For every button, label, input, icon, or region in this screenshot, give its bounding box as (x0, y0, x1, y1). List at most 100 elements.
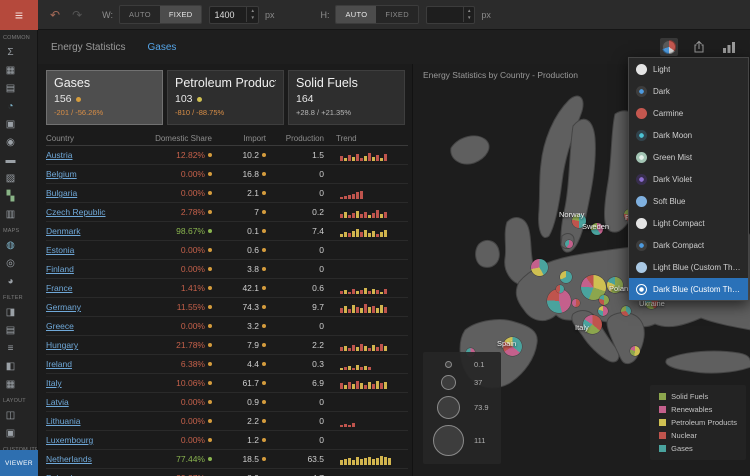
tree-view-icon[interactable]: ◧ (2, 357, 19, 375)
size-legend-value: 73.9 (474, 403, 489, 412)
tab-container-icon[interactable]: ▣ (2, 424, 19, 442)
country-link[interactable]: Italy (46, 378, 130, 388)
treemap-item-icon[interactable]: ▚ (2, 187, 19, 205)
legend-swatch (659, 419, 666, 426)
undo-icon[interactable]: ↶ (50, 8, 60, 22)
width-label: W: (102, 10, 113, 20)
range-filter-icon[interactable]: ◨ (2, 303, 19, 321)
country-link[interactable]: Estonia (46, 245, 130, 255)
height-stepper: ▲ ▼ (426, 6, 475, 24)
image-item-icon[interactable]: ▨ (2, 169, 19, 187)
country-link[interactable]: Czech Republic (46, 207, 130, 217)
theme-option-light[interactable]: Light (629, 58, 748, 80)
width-auto-button[interactable]: AUTO (120, 6, 160, 23)
width-fixed-button[interactable]: FIXED (160, 6, 202, 23)
country-link[interactable]: Greece (46, 321, 130, 331)
share-value: 0.00% (181, 435, 205, 445)
share-cell: 10.06% (130, 378, 222, 388)
stepper-up-icon[interactable]: ▲ (247, 7, 257, 15)
grid-item-icon[interactable]: ▦ (2, 61, 19, 79)
theme-option-dark[interactable]: Dark (629, 80, 748, 102)
stepper-up-icon[interactable]: ▲ (464, 7, 474, 15)
map-pie[interactable] (630, 346, 640, 356)
insert-chart-icon[interactable] (720, 38, 738, 56)
map-pie[interactable] (531, 259, 548, 276)
pies-item-icon[interactable]: ◔ (2, 97, 19, 115)
tab-energy-statistics[interactable]: Energy Statistics (48, 38, 128, 57)
card-value: 164 (296, 93, 397, 105)
export-icon[interactable] (690, 38, 708, 56)
combo-box-icon[interactable]: ▤ (2, 321, 19, 339)
legend-item: Gases (659, 444, 737, 453)
sparkline-item-icon[interactable]: ▥ (2, 205, 19, 223)
height-fixed-button[interactable]: FIXED (376, 6, 418, 23)
theme-option-dark-compact[interactable]: Dark Compact (629, 234, 748, 256)
country-link[interactable]: Finland (46, 264, 130, 274)
list-box-icon[interactable]: ≡ (2, 339, 19, 357)
import-cell: 2.1 (222, 188, 274, 198)
theme-picker-icon[interactable] (660, 38, 678, 56)
theme-option-dark-blue-custom-theme[interactable]: Dark Blue (Custom Theme) (629, 278, 748, 300)
country-link[interactable]: Hungary (46, 340, 130, 350)
menu-button[interactable]: ≡ (0, 0, 38, 30)
width-px-label: px (265, 10, 275, 20)
stepper-down-icon[interactable]: ▼ (464, 15, 474, 23)
country-link[interactable]: Latvia (46, 397, 130, 407)
choropleth-map-icon[interactable]: ◍ (2, 236, 19, 254)
map-country-label: Italy (575, 323, 589, 332)
text-box-icon[interactable]: ▬ (2, 151, 19, 169)
country-link[interactable]: Netherlands (46, 454, 130, 464)
production-cell: 63.5 (274, 454, 336, 464)
pie-map-icon[interactable]: ◕ (2, 272, 19, 290)
share-value: 10.06% (176, 378, 205, 388)
country-link[interactable]: Bulgaria (46, 188, 130, 198)
country-link[interactable]: Luxembourg (46, 435, 130, 445)
geo-point-map-icon[interactable]: ◎ (2, 254, 19, 272)
theme-option-dark-violet[interactable]: Dark Violet (629, 168, 748, 190)
share-value: 12.82% (176, 150, 205, 160)
map-pie[interactable] (621, 306, 631, 316)
chart-item-icon[interactable]: ▤ (2, 79, 19, 97)
map-pie[interactable] (560, 271, 572, 283)
width-input[interactable] (210, 10, 246, 20)
redo-icon[interactable]: ↷ (72, 8, 82, 22)
share-delta-icon (208, 419, 212, 423)
card-title: Solid Fuels (296, 76, 397, 90)
stepper-down-icon[interactable]: ▼ (247, 15, 257, 23)
trend-sparkline (336, 320, 408, 332)
card-solid-fuels[interactable]: Solid Fuels 164 +28.8 / +21.35% (288, 70, 405, 125)
country-link[interactable]: Denmark (46, 226, 130, 236)
theme-option-label: Light Blue (Custom Theme) (653, 263, 742, 272)
country-link[interactable]: Belgium (46, 169, 130, 179)
column-header: Country (46, 134, 130, 143)
theme-option-light-blue-custom-theme[interactable]: Light Blue (Custom Theme) (629, 256, 748, 278)
date-filter-icon[interactable]: ▦ (2, 375, 19, 393)
map-pie[interactable] (556, 285, 564, 293)
cards-item-icon[interactable]: ▣ (2, 115, 19, 133)
country-link[interactable]: Ireland (46, 359, 130, 369)
country-link[interactable]: Austria (46, 150, 130, 160)
height-auto-button[interactable]: AUTO (336, 6, 376, 23)
country-link[interactable]: Germany (46, 302, 130, 312)
country-link[interactable]: Lithuania (46, 416, 130, 426)
group-item-icon[interactable]: ◫ (2, 406, 19, 424)
theme-option-soft-blue[interactable]: Soft Blue (629, 190, 748, 212)
card-gases[interactable]: Gases156-201 / -56.26% (46, 70, 163, 125)
import-delta-icon (262, 343, 266, 347)
pivot-icon[interactable]: Σ (2, 43, 19, 61)
gauges-item-icon[interactable]: ◉ (2, 133, 19, 151)
country-link[interactable]: France (46, 283, 130, 293)
theme-option-light-compact[interactable]: Light Compact (629, 212, 748, 234)
map-pie[interactable] (572, 299, 580, 307)
viewer-button[interactable]: VIEWER (0, 450, 38, 476)
card-petroleum-products[interactable]: Petroleum Products103-810 / -88.75% (167, 70, 284, 125)
card-delta: +28.8 / +21.35% (296, 108, 397, 117)
theme-option-dark-moon[interactable]: Dark Moon (629, 124, 748, 146)
map-pie[interactable] (565, 240, 573, 248)
tab-gases[interactable]: Gases (144, 38, 179, 57)
height-input[interactable] (427, 10, 463, 20)
theme-option-carmine[interactable]: Carmine (629, 102, 748, 124)
theme-option-green-mist[interactable]: Green Mist (629, 146, 748, 168)
map-pie[interactable] (599, 295, 609, 305)
map-pie[interactable] (598, 306, 608, 316)
